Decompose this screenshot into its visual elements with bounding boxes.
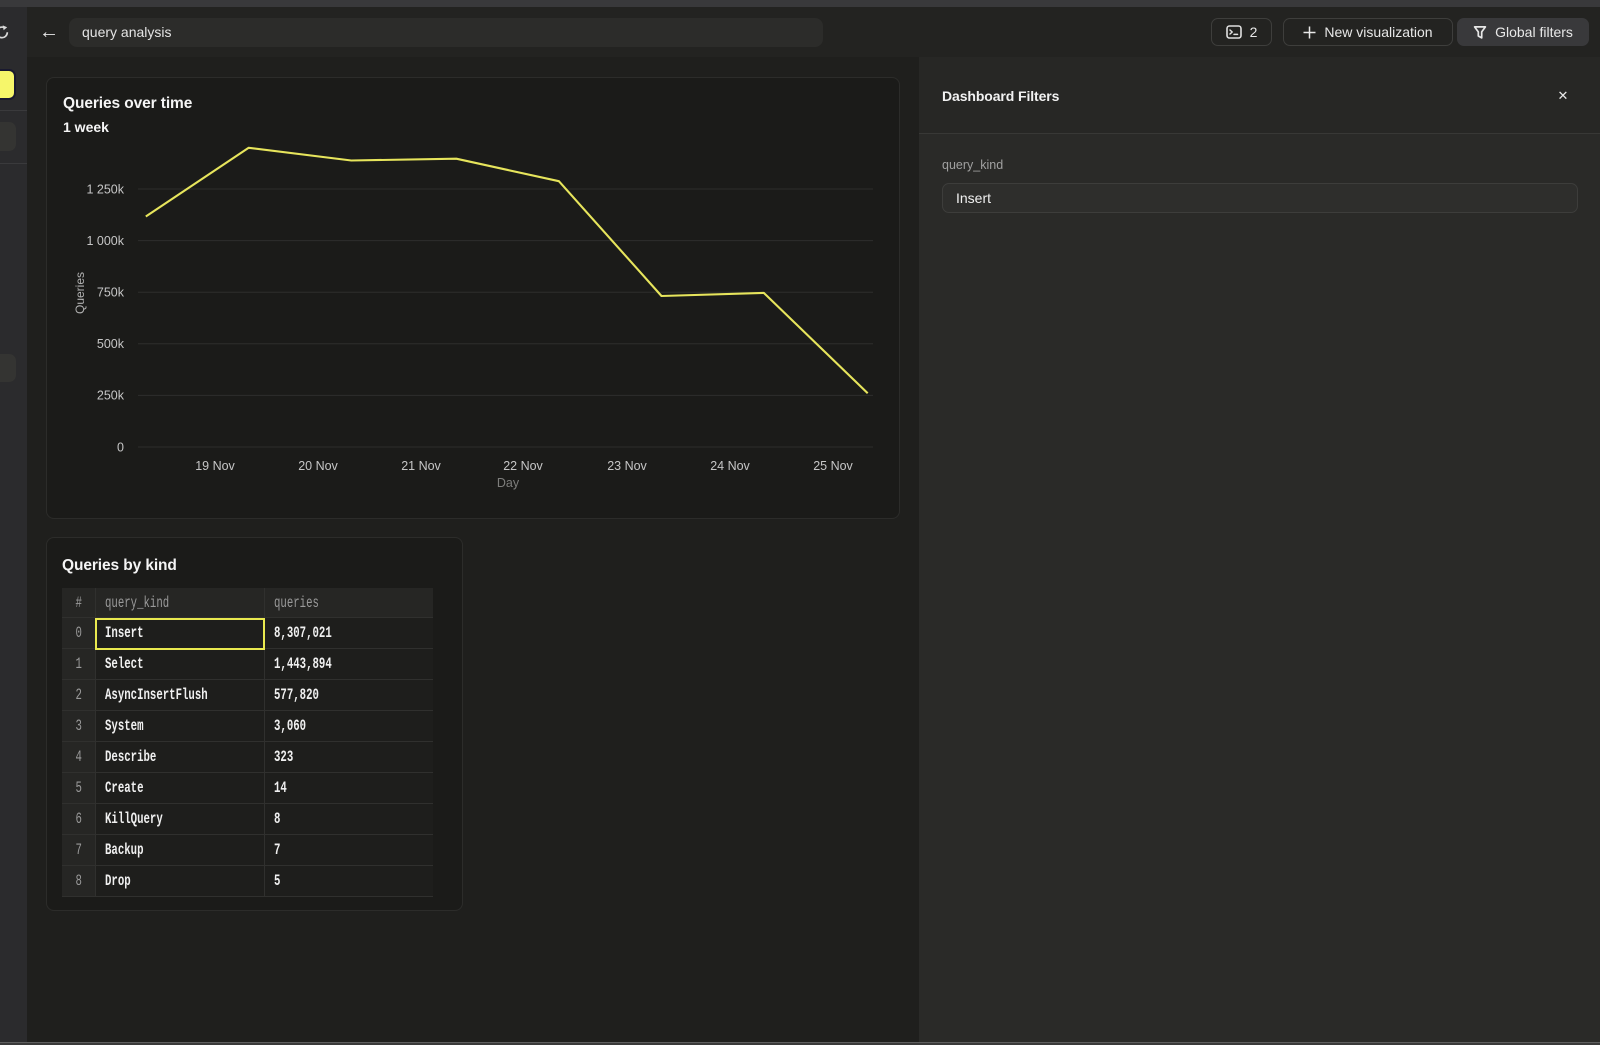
svg-text:22 Nov: 22 Nov <box>503 459 543 473</box>
svg-text:0: 0 <box>117 441 124 455</box>
svg-text:Day: Day <box>497 476 520 490</box>
svg-text:500k: 500k <box>97 337 125 351</box>
svg-text:25 Nov: 25 Nov <box>813 459 853 473</box>
svg-text:21 Nov: 21 Nov <box>401 459 441 473</box>
svg-text:250k: 250k <box>97 389 125 403</box>
svg-text:1 000k: 1 000k <box>86 234 124 248</box>
svg-text:750k: 750k <box>97 286 125 300</box>
svg-text:Queries: Queries <box>73 272 87 314</box>
svg-text:20 Nov: 20 Nov <box>298 459 338 473</box>
svg-text:19 Nov: 19 Nov <box>195 459 235 473</box>
svg-text:1 250k: 1 250k <box>86 183 124 197</box>
svg-text:24 Nov: 24 Nov <box>710 459 750 473</box>
svg-text:23 Nov: 23 Nov <box>607 459 647 473</box>
